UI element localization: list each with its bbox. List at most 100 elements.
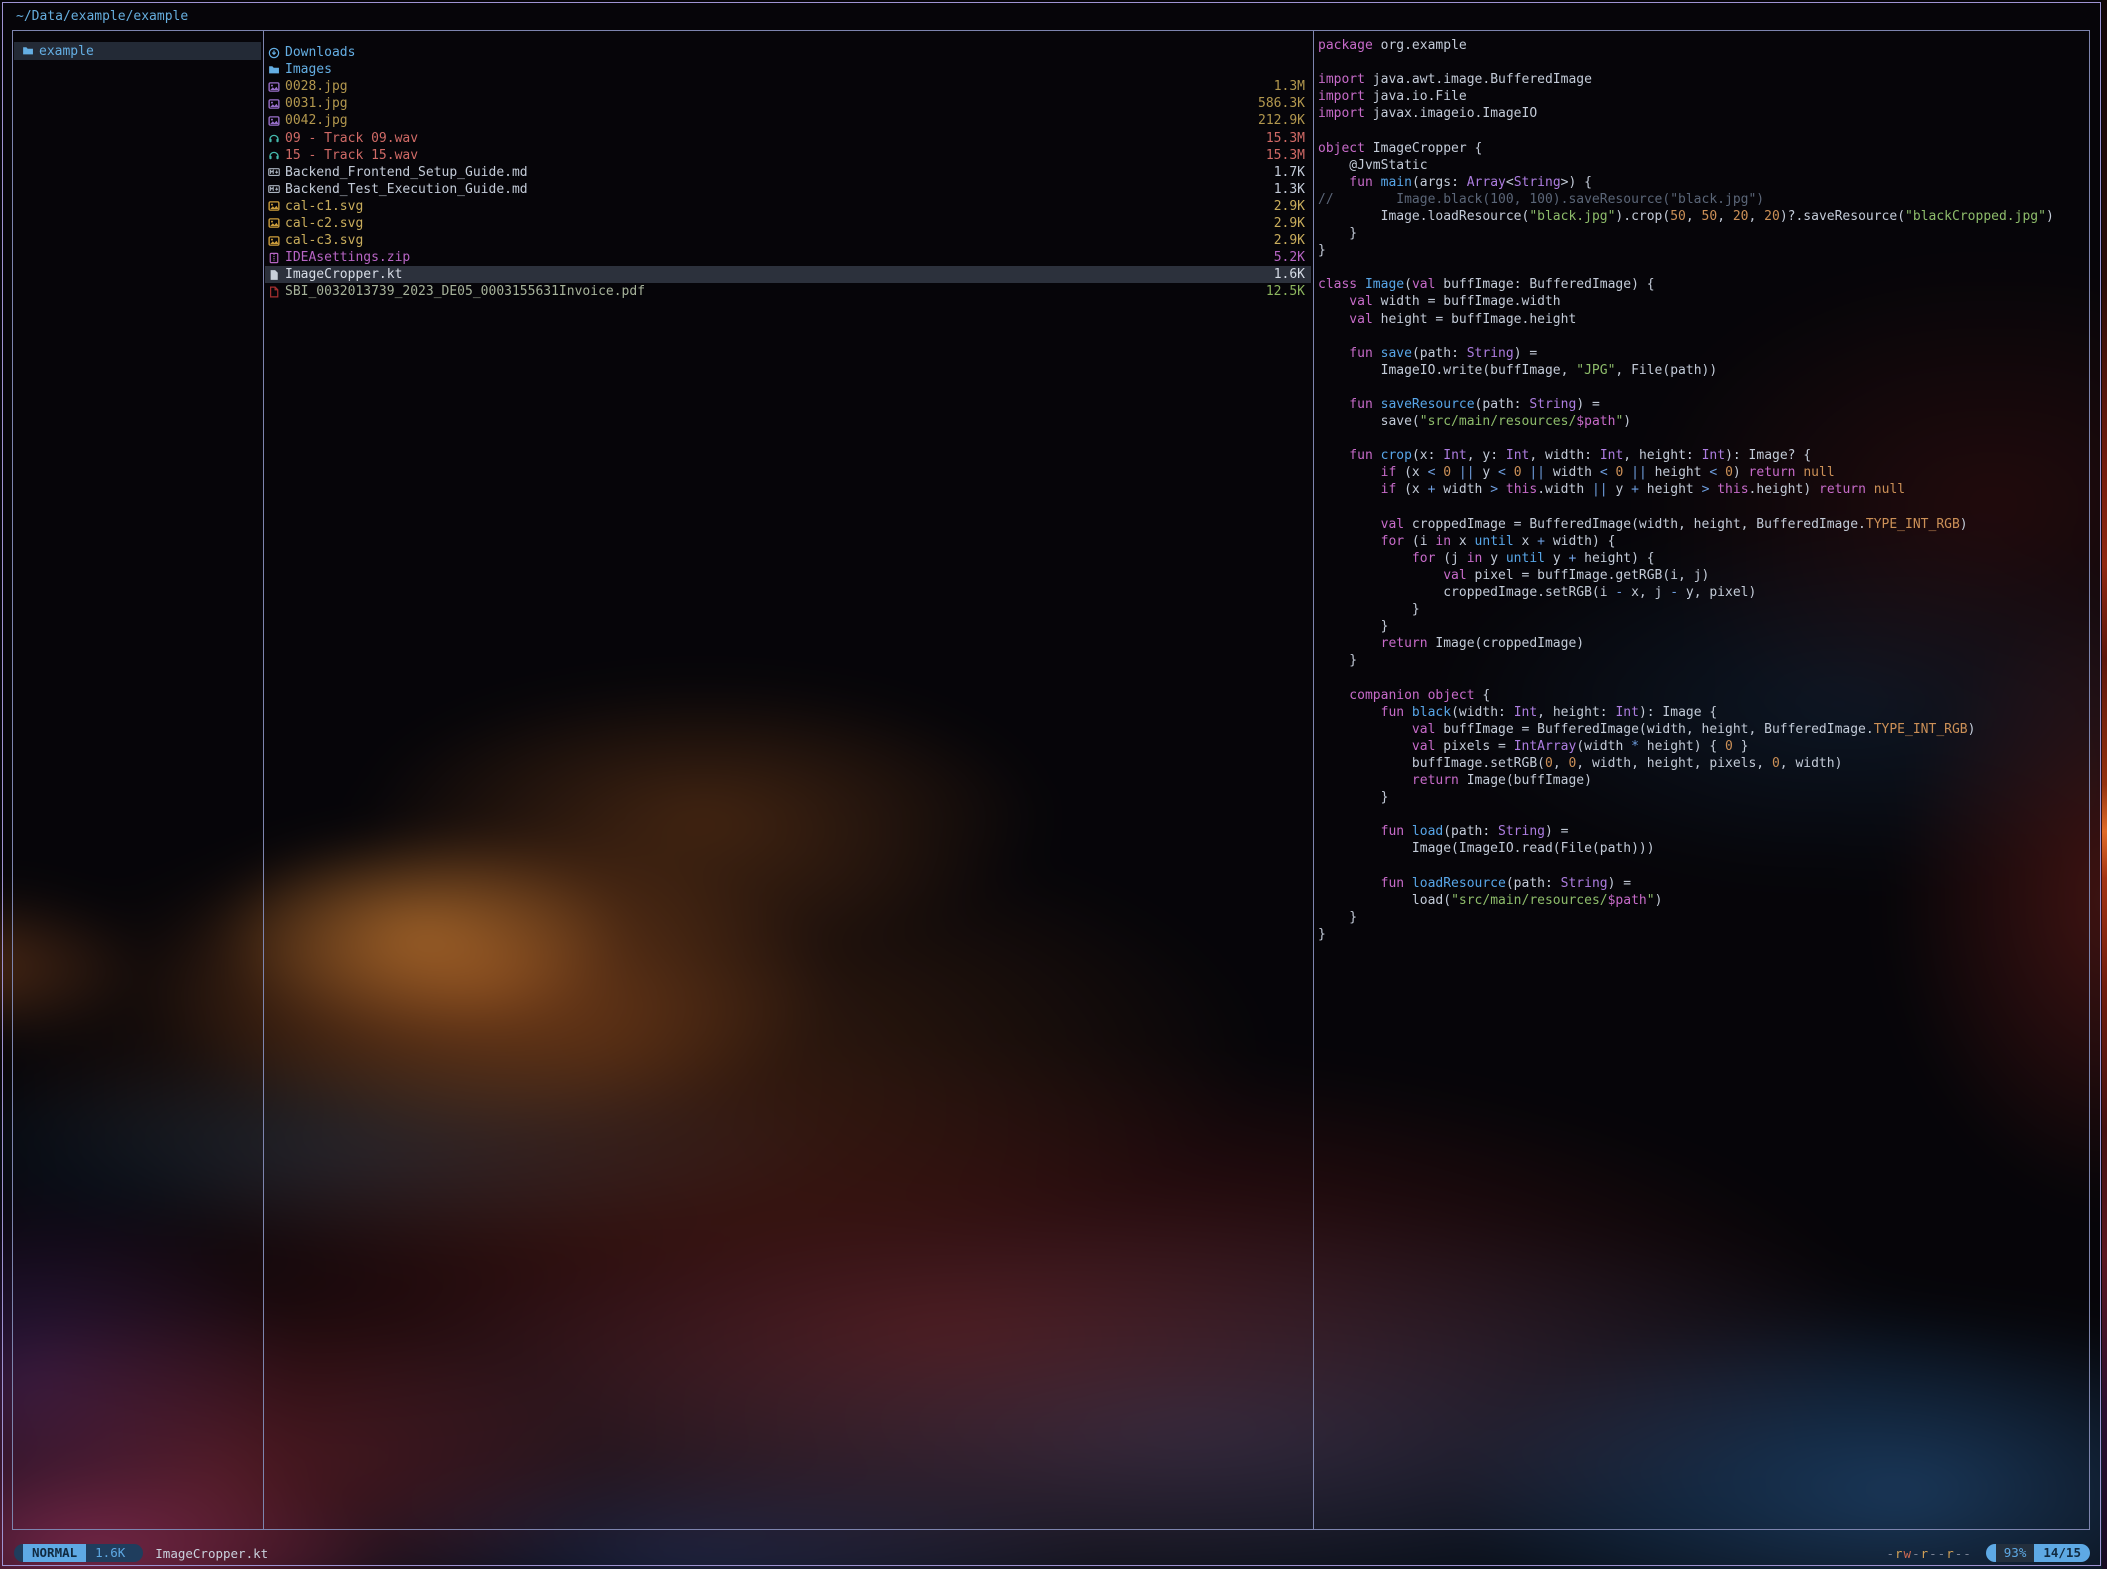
code-line: [1318, 806, 2083, 823]
status-left: NORMAL 1.6K ImageCropper.kt: [14, 1544, 268, 1562]
status-right: -rw-r--r-- 93% 14/15: [1886, 1544, 2090, 1562]
code-line: }: [1318, 789, 2083, 806]
file-name: 0042.jpg: [285, 113, 348, 128]
file-row[interactable]: 15 - Track 15.wav 15.3M: [265, 147, 1311, 164]
code-line: return Image(croppedImage): [1318, 635, 2083, 652]
code-line: fun load(path: String) =: [1318, 823, 2083, 840]
file-name: 0028.jpg: [285, 79, 348, 94]
code-line: croppedImage.setRGB(i - x, j - y, pixel): [1318, 584, 2083, 601]
file-row[interactable]: 0028.jpg1.3M: [265, 78, 1311, 95]
file-name: 09 - Track 09.wav: [285, 131, 418, 146]
code-line: fun crop(x: Int, y: Int, width: Int, hei…: [1318, 447, 2083, 464]
file-row[interactable]: Images: [265, 61, 1311, 78]
code-line: ImageIO.write(buffImage, "JPG", File(pat…: [1318, 362, 2083, 379]
code-line: [1318, 669, 2083, 686]
status-filename: ImageCropper.kt: [155, 1546, 268, 1561]
code-line: [1318, 122, 2083, 139]
file-icon: [265, 269, 282, 281]
code-line: val buffImage = BufferedImage(width, hei…: [1318, 721, 2083, 738]
pill-left-cap: [14, 1544, 23, 1562]
pill-right-cap: [134, 1544, 143, 1562]
file-size: 1.7K: [1274, 165, 1311, 180]
file-size: 586.3K: [1258, 96, 1311, 111]
file-row[interactable]: Backend_Test_Execution_Guide.md 1.3K: [265, 181, 1311, 198]
file-row[interactable]: cal-c1.svg 2.9K: [265, 198, 1311, 215]
file-row[interactable]: cal-c3.svg 2.9K: [265, 232, 1311, 249]
list-position: 14/15: [2034, 1544, 2090, 1562]
code-line: load("src/main/resources/$path"): [1318, 892, 2083, 909]
file-name: 15 - Track 15.wav: [285, 148, 418, 163]
file-row[interactable]: Downloads: [265, 44, 1311, 61]
folder-icon: [265, 64, 282, 76]
download-folder-icon: [265, 47, 282, 59]
code-line: [1318, 430, 2083, 447]
file-row[interactable]: 0031.jpg 586.3K: [265, 95, 1311, 112]
image-icon: [265, 217, 282, 229]
code-line: if (x + width > this.width || y + height…: [1318, 481, 2083, 498]
code-line: val croppedImage = BufferedImage(width, …: [1318, 516, 2083, 533]
file-name: cal-c3.svg: [285, 233, 363, 248]
file-size: 2.9K: [1274, 199, 1311, 214]
file-size: 1.3K: [1274, 182, 1311, 197]
code-line: fun loadResource(path: String) =: [1318, 875, 2083, 892]
file-list-pane: DownloadsImages0028.jpg1.3M0031.jpg 586.3…: [265, 44, 1311, 300]
file-name: ImageCropper.kt: [285, 267, 402, 282]
file-permissions: -rw-r--r--: [1886, 1546, 1971, 1561]
file-row[interactable]: ImageCropper.kt 1.6K: [265, 266, 1311, 283]
file-size: 12.5K: [1266, 284, 1311, 299]
code-line: }: [1318, 652, 2083, 669]
file-name: Backend_Frontend_Setup_Guide.md: [285, 165, 528, 180]
code-line: [1318, 259, 2083, 276]
breadcrumb-path: ~/Data/example/example: [16, 7, 188, 27]
file-size: 2.9K: [1274, 233, 1311, 248]
file-name: Backend_Test_Execution_Guide.md: [285, 182, 528, 197]
code-line: }: [1318, 242, 2083, 259]
code-line: val pixels = IntArray(width * height) { …: [1318, 738, 2083, 755]
code-line: for (i in x until x + width) {: [1318, 533, 2083, 550]
pdf-icon: [265, 286, 282, 298]
code-line: companion object {: [1318, 687, 2083, 704]
code-line: // Image.black(100, 100).saveResource("b…: [1318, 191, 2083, 208]
code-line: [1318, 858, 2083, 875]
file-size: 212.9K: [1258, 113, 1311, 128]
code-line: fun black(width: Int, height: Int): Imag…: [1318, 704, 2083, 721]
file-row[interactable]: SBI_0032013739_2023_DE05_0003155631Invoi…: [265, 283, 1311, 300]
file-row[interactable]: Backend_Frontend_Setup_Guide.md 1.7K: [265, 164, 1311, 181]
code-line: }: [1318, 909, 2083, 926]
code-line: [1318, 379, 2083, 396]
file-size: 15.3M: [1266, 131, 1311, 146]
file-row[interactable]: 09 - Track 09.wav 15.3M: [265, 129, 1311, 146]
position-pill-left-cap: [1986, 1544, 1996, 1562]
code-line: }: [1318, 618, 2083, 635]
file-size: 1.6K: [1274, 267, 1311, 282]
code-line: [1318, 499, 2083, 516]
code-line: }: [1318, 926, 2083, 943]
markdown-icon: [265, 183, 282, 195]
code-line: Image.loadResource("black.jpg").crop(50,…: [1318, 208, 2083, 225]
code-line: save("src/main/resources/$path"): [1318, 413, 2083, 430]
audio-icon: [265, 132, 282, 144]
file-row[interactable]: cal-c2.svg2.9K: [265, 215, 1311, 232]
file-name: 0031.jpg: [285, 96, 348, 111]
code-line: [1318, 328, 2083, 345]
markdown-icon: [265, 166, 282, 178]
image-icon: [265, 200, 282, 212]
file-row[interactable]: IDEAsettings.zip5.2K: [265, 249, 1311, 266]
archive-icon: [265, 252, 282, 264]
parent-dir-item[interactable]: example: [14, 42, 261, 60]
file-name: cal-c1.svg: [285, 199, 363, 214]
file-name: Downloads: [285, 45, 355, 60]
code-line: Image(ImageIO.read(File(path))): [1318, 840, 2083, 857]
code-line: fun saveResource(path: String) =: [1318, 396, 2083, 413]
audio-icon: [265, 149, 282, 161]
wallpaper-edge-strip: [2102, 0, 2107, 1569]
code-line: object ImageCropper {: [1318, 140, 2083, 157]
file-size: 15.3M: [1266, 148, 1311, 163]
pane-separator-right: [1313, 30, 1314, 1530]
parent-dir-name: example: [39, 44, 94, 59]
file-row[interactable]: 0042.jpg 212.9K: [265, 112, 1311, 129]
image-icon: [265, 235, 282, 247]
code-line: package org.example: [1318, 37, 2083, 54]
file-name: cal-c2.svg: [285, 216, 363, 231]
pane-separator-left: [263, 30, 264, 1530]
